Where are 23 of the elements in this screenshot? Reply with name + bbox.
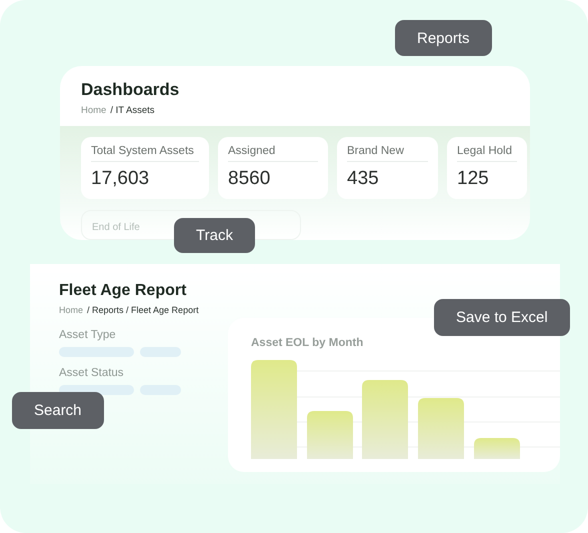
breadcrumb-link[interactable]: / IT Assets [110,105,155,116]
callout-tooltip: Save to Excel [434,299,570,336]
callout-tooltip: Track [174,218,255,253]
stat-value: 17,603 [91,168,150,190]
stat-label: Assigned [228,145,318,162]
stat-value: 435 [347,168,380,190]
filter-label: Asset Status [59,367,124,379]
callout-tooltip: Search [12,392,104,429]
dashboard-title: Dashboards [81,80,180,100]
chart-bar [418,398,464,459]
chart-title: Asset EOL by Month [251,337,364,349]
stat-value: 8560 [228,168,272,190]
stat-label: Total System Assets [91,145,199,162]
stat-value: 125 [457,168,490,190]
callout-tooltip: Reports [395,20,492,56]
stat-label: Legal Hold [457,145,517,162]
breadcrumb-link[interactable]: / Reports / Fleet Age Report [87,305,199,315]
stat-label: End of Life [92,222,140,233]
filter-label: Asset Type [59,329,116,341]
chart-bar [307,411,353,459]
report-title: Fleet Age Report [59,282,188,300]
chart-bar [474,438,520,459]
stat-label: Brand New [347,145,428,162]
